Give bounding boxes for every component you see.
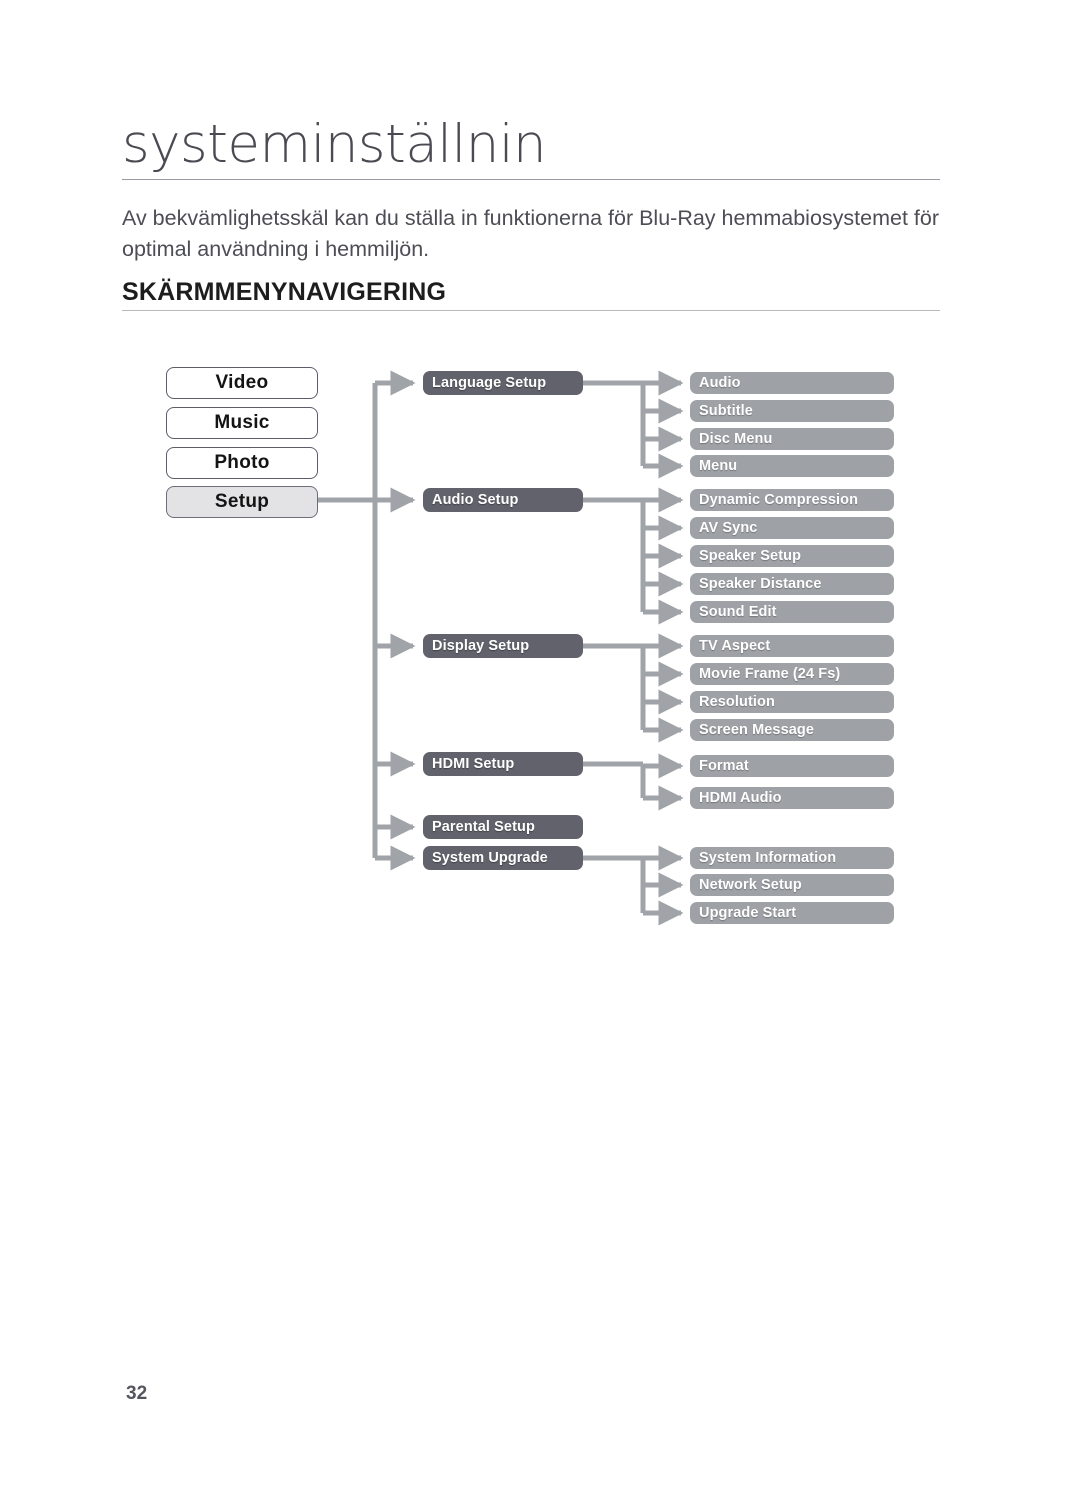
option-sound-edit[interactable]: Sound Edit (690, 601, 894, 623)
option-movie-frame[interactable]: Movie Frame (24 Fs) (690, 663, 894, 685)
option-disc-menu[interactable]: Disc Menu (690, 428, 894, 450)
option-audio[interactable]: Audio (690, 372, 894, 394)
option-resolution[interactable]: Resolution (690, 691, 894, 713)
option-screen-message[interactable]: Screen Message (690, 719, 894, 741)
submenu-hdmi-setup[interactable]: HDMI Setup (423, 752, 583, 776)
submenu-parental-setup-label: Parental Setup (432, 819, 535, 835)
intro-paragraph: Av bekvämlighetsskäl kan du ställa in fu… (122, 206, 939, 261)
option-menu[interactable]: Menu (690, 455, 894, 477)
option-upgrade-start[interactable]: Upgrade Start (690, 902, 894, 924)
submenu-display-setup-label: Display Setup (432, 638, 530, 654)
submenu-system-upgrade[interactable]: System Upgrade (423, 846, 583, 870)
menu-item-photo-label: Photo (214, 452, 270, 473)
option-subtitle[interactable]: Subtitle (690, 400, 894, 422)
menu-item-music-label: Music (214, 412, 270, 433)
option-system-information-label: System Information (699, 850, 837, 866)
option-subtitle-label: Subtitle (699, 403, 753, 419)
option-hdmi-audio-label: HDMI Audio (699, 790, 782, 806)
option-audio-label: Audio (699, 375, 741, 391)
option-menu-label: Menu (699, 458, 738, 474)
submenu-audio-setup-label: Audio Setup (432, 492, 519, 508)
option-speaker-distance[interactable]: Speaker Distance (690, 573, 894, 595)
menu-item-photo[interactable]: Photo (166, 447, 318, 479)
option-system-information[interactable]: System Information (690, 847, 894, 869)
option-tv-aspect[interactable]: TV Aspect (690, 635, 894, 657)
submenu-hdmi-setup-label: HDMI Setup (432, 756, 515, 772)
option-resolution-label: Resolution (699, 694, 775, 710)
submenu-system-upgrade-label: System Upgrade (432, 850, 548, 866)
submenu-parental-setup[interactable]: Parental Setup (423, 815, 583, 839)
option-movie-frame-label: Movie Frame (24 Fs) (699, 666, 841, 682)
page-title: systeminställnin (122, 114, 547, 175)
option-dynamic-compression-label: Dynamic Compression (699, 492, 859, 508)
submenu-display-setup[interactable]: Display Setup (423, 634, 583, 658)
page-number: 32 (126, 1383, 148, 1404)
option-format[interactable]: Format (690, 755, 894, 777)
option-disc-menu-label: Disc Menu (699, 431, 773, 447)
menu-item-music[interactable]: Music (166, 407, 318, 439)
option-upgrade-start-label: Upgrade Start (699, 905, 797, 921)
menu-item-setup-label: Setup (214, 491, 270, 512)
option-dynamic-compression[interactable]: Dynamic Compression (690, 489, 894, 511)
option-sound-edit-label: Sound Edit (699, 604, 777, 620)
option-av-sync-label: AV Sync (699, 520, 758, 536)
submenu-language-setup-label: Language Setup (432, 375, 547, 391)
section-heading: SKÄRMMENYNAVIGERING (122, 278, 447, 306)
option-speaker-setup[interactable]: Speaker Setup (690, 545, 894, 567)
section-underline (122, 310, 940, 311)
option-screen-message-label: Screen Message (699, 722, 815, 738)
title-underline (122, 179, 940, 180)
option-hdmi-audio[interactable]: HDMI Audio (690, 787, 894, 809)
option-speaker-setup-label: Speaker Setup (699, 548, 802, 564)
submenu-audio-setup[interactable]: Audio Setup (423, 488, 583, 512)
option-network-setup-label: Network Setup (699, 877, 802, 893)
option-av-sync[interactable]: AV Sync (690, 517, 894, 539)
option-tv-aspect-label: TV Aspect (699, 638, 771, 654)
menu-item-setup[interactable]: Setup (166, 486, 318, 518)
menu-item-video[interactable]: Video (166, 367, 318, 399)
menu-item-video-label: Video (215, 372, 269, 393)
option-speaker-distance-label: Speaker Distance (699, 576, 822, 592)
option-network-setup[interactable]: Network Setup (690, 874, 894, 896)
submenu-language-setup[interactable]: Language Setup (423, 371, 583, 395)
option-format-label: Format (699, 758, 749, 774)
